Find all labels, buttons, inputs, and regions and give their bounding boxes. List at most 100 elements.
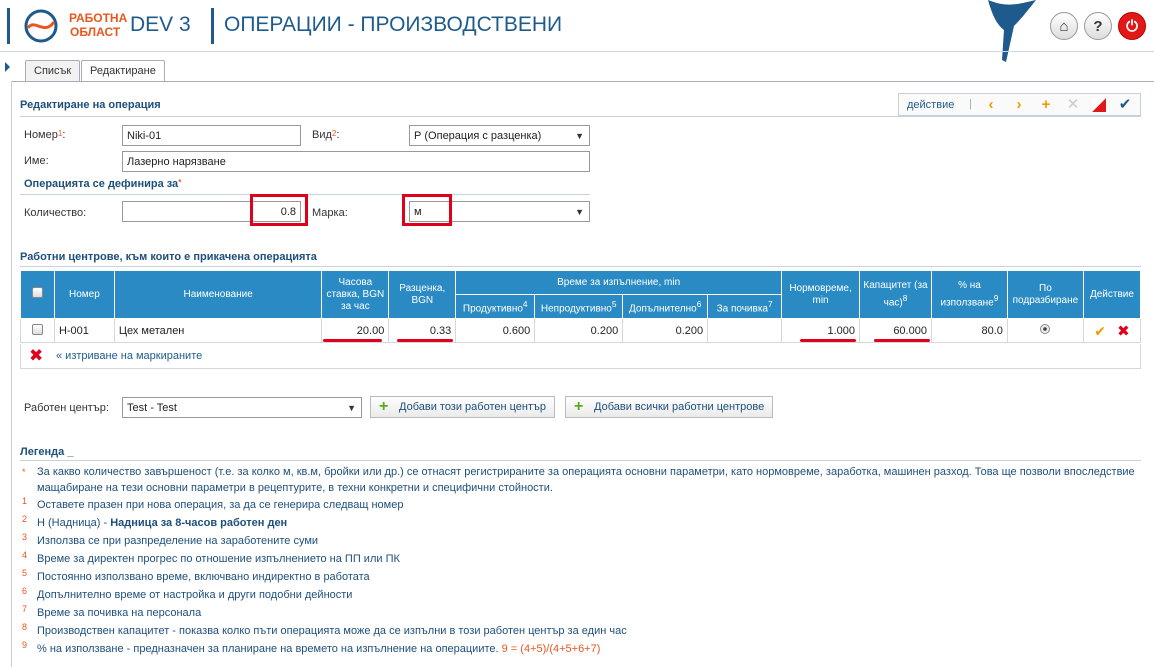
- col-unproductive[interactable]: Непродуктивно5: [534, 294, 624, 319]
- help-button[interactable]: ?: [1084, 12, 1112, 40]
- delete-marked-link[interactable]: « изтриване на маркираните: [56, 350, 202, 362]
- legend-title: Легенда _: [20, 446, 74, 458]
- side-expand-icon[interactable]: [5, 62, 10, 72]
- add-this-label: Добави този работен център: [399, 401, 547, 413]
- remove-row-icon[interactable]: ✖: [1117, 323, 1130, 340]
- legend-mark: 9: [22, 640, 28, 650]
- legend-mark: 4: [22, 550, 28, 560]
- legend-text: За какво количество завършеност (т.е. за…: [37, 466, 1135, 494]
- col-usage[interactable]: % на използване9: [930, 270, 1008, 319]
- col-rest[interactable]: За почивка7: [707, 294, 783, 319]
- row-productive[interactable]: 0.600: [455, 318, 536, 343]
- col-norm[interactable]: Нормовреме, min: [781, 270, 861, 319]
- power-button[interactable]: ⏻: [1118, 12, 1146, 40]
- col-action: Действие: [1082, 270, 1142, 319]
- col-rate[interactable]: Часова ставка, BGN за час: [321, 270, 390, 319]
- legend-mark: *: [22, 467, 26, 477]
- row-additional[interactable]: 0.200: [622, 318, 709, 343]
- col-productive-sup: 4: [522, 298, 528, 309]
- legend-text: Използва се при разпределение на заработ…: [37, 535, 319, 547]
- col-number[interactable]: Номер: [53, 270, 115, 319]
- corner-flag-icon[interactable]: [1089, 95, 1109, 115]
- col-time-group: Време за изпълнение, min: [455, 270, 783, 295]
- chevron-down-icon: ▼: [347, 403, 356, 413]
- row-checkbox[interactable]: [31, 323, 43, 335]
- legend-text: Производствен капацитет - показва колко …: [37, 625, 627, 637]
- chevron-down-icon: ▼: [575, 207, 584, 217]
- col-rest-sup: 7: [767, 298, 773, 309]
- row-usage[interactable]: 80.0: [930, 318, 1008, 343]
- unit-label: Марка:: [312, 207, 348, 219]
- section-edit-title: Редактиране на операция: [20, 99, 161, 111]
- legend-mark: 3: [22, 532, 28, 542]
- underline-piece: [397, 339, 453, 342]
- name-label: Име:: [24, 155, 49, 167]
- prev-icon[interactable]: ‹: [981, 95, 1001, 115]
- add-this-center-button[interactable]: + Добави този работен център: [370, 396, 556, 418]
- legend-mark: 2: [22, 514, 28, 524]
- type-select-value: Р (Операция с разценка): [414, 130, 542, 142]
- app-header: РАБОТНА ОБЛАСТ DEV 3 ОПЕРАЦИИ - ПРОИЗВОД…: [0, 0, 1154, 62]
- col-productive-label: Продуктивно: [462, 303, 523, 315]
- toolbar-divider: |: [969, 98, 972, 110]
- legend-text: Допълнително време от настройка и други …: [37, 589, 353, 601]
- tab-list-label: Списък: [34, 65, 72, 77]
- number-field[interactable]: Niki-01: [122, 125, 301, 146]
- qty-label: Количество:: [24, 207, 87, 219]
- col-default[interactable]: По подразбиране: [1006, 270, 1084, 319]
- header-rule: [0, 51, 1154, 52]
- logo-icon: [24, 9, 58, 43]
- type-sup: 2: [331, 129, 337, 138]
- type-select[interactable]: Р (Операция с разценка) ▼: [409, 125, 590, 146]
- table-row[interactable]: Н-001 Цех метален 20.00 0.33 0.600 0.200…: [20, 318, 1142, 343]
- name-field[interactable]: Лазерно нарязване: [122, 151, 590, 172]
- col-capacity[interactable]: Капацитет (за час)8: [859, 270, 932, 319]
- legend-formula: 9 = (4+5)/(4+5+6+7): [501, 643, 601, 655]
- row-action-cell: ✔ ✖: [1082, 318, 1142, 343]
- delete-marked-icon[interactable]: ✖: [29, 346, 43, 366]
- plus-icon: +: [574, 398, 584, 415]
- col-piece[interactable]: Разценка, BGN: [388, 270, 457, 319]
- home-button[interactable]: ⌂: [1050, 12, 1078, 40]
- defined-for-text: Операцията се дефинира за: [24, 178, 179, 190]
- legend-text: % на използване - предназначен за планир…: [37, 641, 600, 657]
- workcenter-select[interactable]: Test - Test ▼: [122, 397, 362, 418]
- workcenter-select-value: Test - Test: [127, 402, 177, 414]
- col-additional[interactable]: Допълнително6: [622, 294, 709, 319]
- tab-list[interactable]: Списък: [25, 60, 81, 81]
- col-name[interactable]: Наименование: [113, 270, 323, 319]
- tabs-rule: [11, 81, 1154, 82]
- row-default-cell: [1006, 318, 1084, 343]
- add-icon[interactable]: +: [1036, 95, 1056, 115]
- bird-logo-icon: [988, 0, 1036, 62]
- logo-text: РАБОТНА ОБЛАСТ: [69, 11, 127, 39]
- confirm-check-icon[interactable]: ✔: [1094, 323, 1106, 339]
- add-all-centers-button[interactable]: + Добави всички работни центрове: [565, 396, 774, 418]
- select-all-header: [20, 270, 55, 319]
- action-label[interactable]: действие: [907, 99, 954, 111]
- save-check-icon[interactable]: ✔: [1115, 95, 1135, 115]
- row-rest[interactable]: [707, 318, 783, 343]
- select-all-checkbox[interactable]: [31, 287, 43, 298]
- legend-text-b: Надница за 8-часов работен ден: [110, 517, 288, 529]
- col-usage-label: % на използване: [940, 279, 994, 309]
- col-unproductive-label: Непродуктивно: [540, 303, 612, 315]
- row-name: Цех метален: [113, 318, 323, 343]
- legend-mark: 1: [22, 496, 28, 506]
- legend-text-a: Н (Надница) -: [37, 517, 111, 529]
- highlight-unit: [402, 194, 452, 226]
- logo-line2: ОБЛАСТ: [70, 25, 121, 39]
- row-unproductive[interactable]: 0.200: [534, 318, 624, 343]
- number-label-text: Номер: [24, 129, 58, 141]
- underline-capacity: [874, 339, 930, 342]
- col-rest-label: За почивка: [716, 303, 768, 315]
- delete-icon[interactable]: ✕: [1063, 95, 1083, 115]
- row-select-cell: [20, 318, 55, 343]
- legend-mark: 7: [22, 604, 28, 614]
- tab-edit[interactable]: Редактиране: [81, 60, 165, 82]
- add-all-label: Добави всички работни центрове: [594, 401, 765, 413]
- next-icon[interactable]: ›: [1009, 95, 1029, 115]
- centers-table: Номер Наименование Часова ставка, BGN за…: [20, 270, 1142, 343]
- col-productive[interactable]: Продуктивно4: [455, 294, 536, 319]
- default-radio[interactable]: [1040, 324, 1051, 334]
